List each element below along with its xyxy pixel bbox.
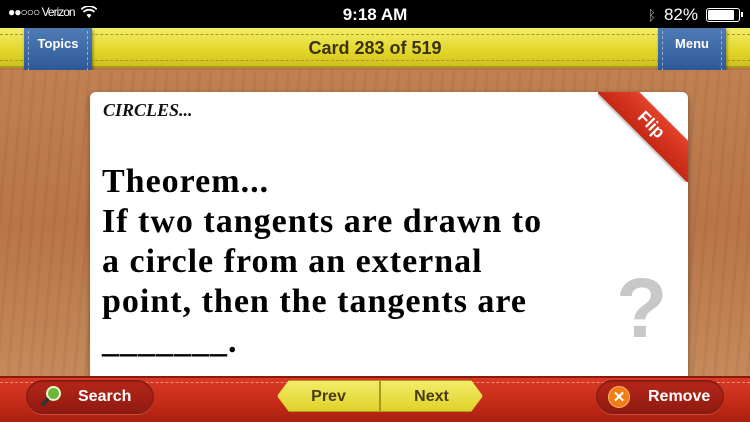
status-right: ᛒ 82% [647,5,743,25]
close-icon: ✕ [608,386,630,408]
flip-button[interactable]: Flip [598,92,688,182]
bluetooth-icon: ᛒ [647,7,656,23]
topics-button[interactable]: Topics [24,28,92,80]
flashcard[interactable]: CIRCLES... Theorem... If two tangents ar… [90,92,688,378]
card-question-text: Theorem... If two tangents are drawn to … [102,163,543,360]
remove-button[interactable]: ✕ Remove [596,380,724,414]
status-bar: ●●○○○ Verizon 9:18 AM ᛒ 82% [0,0,750,28]
card-counter: Card 283 of 519 [308,38,442,58]
search-button[interactable]: Search [26,380,154,414]
stitch-line [0,34,750,35]
search-icon [38,384,64,410]
menu-button[interactable]: Menu [658,28,726,80]
battery-percent: 82% [663,5,698,24]
question-mark-icon: ? [616,261,668,355]
prev-button[interactable]: Prev [277,380,380,412]
stitch-line [0,60,750,61]
flip-label: Flip [598,92,688,182]
nav-divider [379,384,380,408]
remove-label: Remove [648,388,711,405]
search-label: Search [78,388,132,405]
card-topic: CIRCLES... [103,100,193,120]
battery-icon [706,8,743,22]
menu-label: Menu [675,36,709,51]
top-bar: Card 283 of 519 [0,28,750,68]
nav-group: Prev Next [277,380,483,412]
topics-label: Topics [37,36,79,51]
next-button[interactable]: Next [380,380,483,412]
status-time: 9:18 AM [342,5,408,24]
